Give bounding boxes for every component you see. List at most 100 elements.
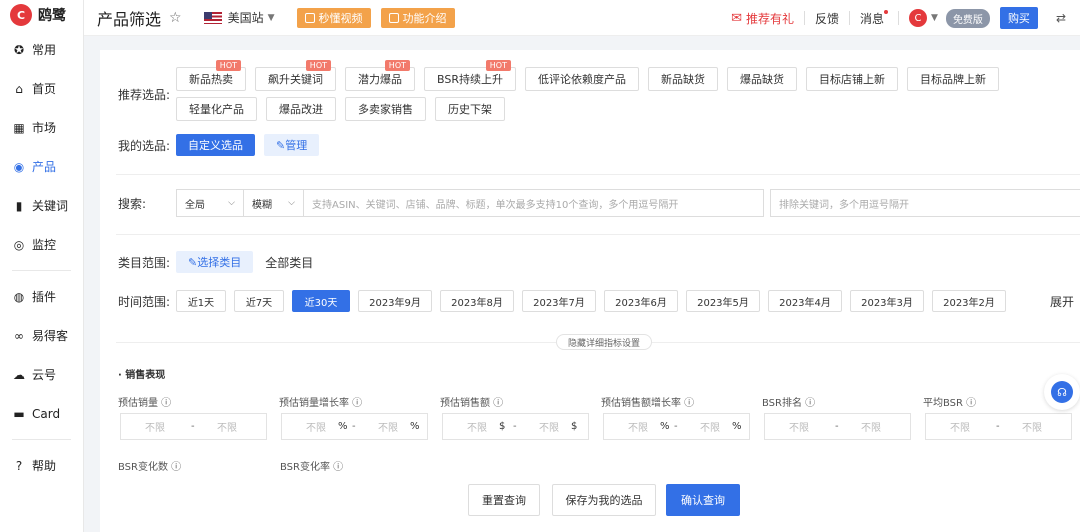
recommended-chip[interactable]: 爆品缺货 (726, 67, 797, 91)
sidebar-item-7[interactable]: ∞ 易得客 (0, 316, 83, 355)
page-title: 产品筛选 (97, 9, 162, 29)
sidebar-item-1[interactable]: ⌂ 首页 (0, 69, 83, 108)
metric-label: BSR变化率 ⓘ (280, 462, 344, 473)
metric-name: BSR排名 (762, 398, 802, 409)
recommended-chip[interactable]: 潜力爆品 HOT (345, 60, 415, 91)
intro-button[interactable]: 功能介绍 (380, 7, 455, 28)
chip-label: 新品缺货 (660, 73, 705, 86)
exclude-keywords-input[interactable]: 排除关键词，多个用逗号隔开 (770, 189, 1080, 217)
site-selector[interactable]: 美国站 (228, 9, 264, 26)
video-button[interactable]: 秒懂视频 (296, 7, 371, 28)
sidebar-item-2[interactable]: ▦ 市场 (0, 108, 83, 147)
info-icon: ⓘ (801, 398, 816, 409)
range-max: 不限 (861, 423, 881, 434)
recommended-chip[interactable]: 多卖家销售 (345, 97, 426, 121)
scope-select[interactable]: 全局 ⌵ (176, 189, 244, 217)
plan-badge: 免费版 (945, 8, 990, 28)
chip-label: 飙升关键词 (268, 73, 323, 86)
sidebar-item-3[interactable]: ◉ 产品 (0, 147, 83, 186)
sidebar-item-label: 产品 (32, 160, 57, 174)
divider (12, 439, 71, 440)
time-label: 时间范围: (118, 294, 171, 309)
recommended-chip[interactable]: 新品缺货 (647, 67, 718, 91)
all-categories[interactable]: 全部类目 (265, 254, 313, 271)
metric-name: 预估销售额 (440, 398, 490, 409)
sidebar-item-5[interactable]: ◎ 监控 (0, 225, 83, 264)
mine-label: 我的选品: (118, 138, 171, 153)
recommended-chip[interactable]: 目标品牌上新 (906, 67, 999, 91)
feedback-link[interactable]: 反馈 (815, 10, 839, 27)
sidebar-item-6[interactable]: ◍ 插件 (0, 277, 83, 316)
swap-icon[interactable]: ⇄ (1056, 11, 1066, 25)
time-option[interactable]: 2023年3月 (850, 290, 924, 312)
hot-badge: HOT (215, 60, 241, 71)
recommended-chip[interactable]: BSR持续上升 HOT (424, 60, 516, 91)
sidebar-item-9[interactable]: ▬ Card (0, 394, 83, 433)
custom-select-button[interactable]: 自定义选品 (176, 134, 255, 156)
customer-service-button[interactable]: ☊ (1044, 374, 1080, 410)
time-option[interactable]: 2023年8月 (440, 290, 514, 312)
recommended-chip[interactable]: 新品热卖 HOT (176, 60, 246, 91)
unit-label: % (338, 421, 348, 432)
time-option[interactable]: 近7天 (234, 290, 284, 312)
chevron-down-icon[interactable]: ▼ (268, 13, 275, 23)
sidebar-item-8[interactable]: ☁ 云号 (0, 355, 83, 394)
metric-label: BSR排名 ⓘ (762, 394, 815, 409)
star-icon[interactable]: ☆ (169, 10, 182, 26)
recommended-chip[interactable]: 低评论依赖度产品 (524, 67, 639, 91)
reset-button[interactable]: 重置查询 (468, 484, 540, 516)
question-icon: ? (15, 458, 23, 473)
time-option[interactable]: 近30天 (292, 290, 350, 312)
recommended-chip[interactable]: 轻量化产品 (176, 97, 257, 121)
confirm-button[interactable]: 确认查询 (666, 484, 740, 516)
time-option[interactable]: 2023年2月 (932, 290, 1006, 312)
save-selection-button[interactable]: 保存为我的选品 (552, 484, 656, 516)
search-input[interactable]: 支持ASIN、关键词、店铺、品牌、标题，单次最多支持10个查询，多个用逗号隔开 (304, 189, 764, 217)
section-title: · 销售表现 (118, 370, 166, 381)
sidebar-item-10[interactable]: ? 帮助 (0, 446, 83, 485)
sidebar-item-label: 关键词 (32, 199, 69, 213)
chevron-down-icon[interactable]: ▼ (931, 13, 938, 23)
sidebar-item-0[interactable]: ✪ 常用 (0, 30, 83, 69)
range-input[interactable]: 不限 - 不限 (925, 413, 1072, 440)
referral-link[interactable]: ✉ 推荐有礼 (731, 10, 794, 27)
avatar[interactable]: C (909, 9, 928, 27)
select-category-button[interactable]: ✎ 选择类目 (176, 251, 254, 273)
pencil-icon: ✎ (276, 138, 286, 152)
range-input[interactable]: 不限 - 不限 (764, 413, 911, 440)
sidebar-item-4[interactable]: ▮ 关键词 (0, 186, 83, 225)
chip-label: 目标店铺上新 (818, 73, 885, 86)
recommended-chip[interactable]: 历史下架 (435, 97, 505, 121)
sidebar-item-label: 插件 (32, 290, 57, 304)
expand-link[interactable]: 展开 (1050, 293, 1074, 310)
info-icon: ⓘ (167, 462, 182, 473)
range-input[interactable]: 不限 - 不限 (120, 413, 267, 440)
grid-icon: ▦ (13, 120, 25, 135)
chrome-icon: ◍ (13, 289, 25, 304)
recommended-chip[interactable]: 飙升关键词 HOT (255, 60, 336, 91)
messages-link[interactable]: 消息 (860, 9, 889, 27)
chip-label: BSR持续上升 (437, 73, 503, 86)
info-icon: ⓘ (681, 398, 695, 409)
recommended-chip[interactable]: 爆品改进 (266, 97, 336, 121)
headset-icon: ☊ (1051, 381, 1073, 403)
manage-button[interactable]: ✎ 管理 (264, 134, 320, 156)
time-option[interactable]: 2023年5月 (686, 290, 760, 312)
time-option[interactable]: 2023年4月 (768, 290, 842, 312)
divider (116, 234, 1080, 235)
time-option[interactable]: 2023年7月 (522, 290, 596, 312)
time-option[interactable]: 近1天 (176, 290, 226, 312)
match-mode-select[interactable]: 模糊 ⌵ (244, 189, 304, 217)
divider (849, 11, 850, 25)
toggle-details-button[interactable]: 隐藏详细指标设置 (556, 334, 652, 350)
time-option[interactable]: 2023年9月 (358, 290, 432, 312)
metric-label: 预估销量 ⓘ (118, 394, 171, 409)
range-input[interactable]: 不限 - 不限 $ $ (442, 413, 589, 440)
recommended-chip[interactable]: 目标店铺上新 (805, 67, 898, 91)
logo[interactable]: C 鸥鹭 (0, 0, 83, 30)
range-input[interactable]: 不限 - 不限%% (603, 413, 750, 440)
time-option[interactable]: 2023年6月 (604, 290, 678, 312)
time-row: 时间范围: 近1天 近7天 近30天 2023年9月 2023年8月 2023年7月 202… (118, 290, 1080, 312)
buy-button[interactable]: 购买 (999, 7, 1038, 29)
range-input[interactable]: 不限 - 不限%% (281, 413, 428, 440)
